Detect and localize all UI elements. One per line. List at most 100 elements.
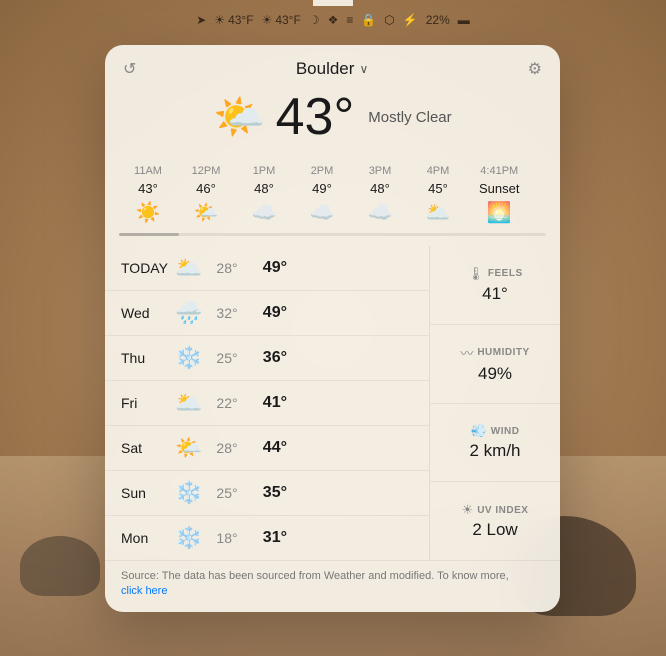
- forecast-high: 49°: [247, 304, 287, 322]
- hourly-time: 11AM: [134, 165, 162, 177]
- hourly-temp: 48°: [254, 181, 274, 196]
- forecast-icon: 🌧️: [171, 300, 207, 326]
- forecast-row: TODAY 🌥️ 28° 49°: [105, 246, 429, 291]
- forecast-low: 28°: [207, 260, 247, 276]
- forecast-low: 32°: [207, 305, 247, 321]
- stat-label: UV INDEX: [477, 505, 528, 516]
- forecast-low: 22°: [207, 395, 247, 411]
- forecast-day: TODAY: [121, 260, 171, 276]
- hourly-item: 1PM 48° ☁️: [235, 165, 293, 225]
- location-selector[interactable]: Boulder ∨: [296, 59, 368, 79]
- forecast-low: 25°: [207, 485, 247, 501]
- hourly-icon: ☀️: [136, 200, 161, 225]
- footer-text: Source: The data has been sourced from: [121, 570, 324, 582]
- hourly-time: 1PM: [253, 165, 276, 177]
- stat-value: 49%: [478, 364, 512, 384]
- hourly-time: 2PM: [311, 165, 334, 177]
- hourly-item: 3PM 48° ☁️: [351, 165, 409, 225]
- sun-icon-1: ☀: [214, 13, 225, 27]
- settings-button[interactable]: ⚙: [528, 59, 542, 79]
- forecast-row: Thu ❄️ 25° 36°: [105, 336, 429, 381]
- forecast-low: 28°: [207, 440, 247, 456]
- forecast-day: Fri: [121, 395, 171, 411]
- stat-header: ☀ UV INDEX: [462, 502, 529, 518]
- hourly-item: 11AM 43° ☀️: [119, 165, 177, 225]
- stat-icon: 🌡: [467, 266, 484, 282]
- forecast-high: 35°: [247, 484, 287, 502]
- forecast-high: 41°: [247, 394, 287, 412]
- background-rock-left: [20, 536, 100, 596]
- status-temp-value-2: 43°F: [275, 13, 300, 27]
- apple-logo: Weather and modified. To know more,: [324, 570, 509, 582]
- forecast-day: Sat: [121, 440, 171, 456]
- hourly-temp: 49°: [312, 181, 332, 196]
- hourly-temp: Sunset: [479, 181, 519, 196]
- stat-item: 〰 HUMIDITY 49%: [430, 325, 560, 404]
- stat-icon: 💨: [471, 423, 487, 439]
- forecast-row: Sun ❄️ 25° 35°: [105, 471, 429, 516]
- forecast-high: 49°: [247, 259, 287, 277]
- refresh-button[interactable]: ↺: [123, 59, 136, 79]
- forecast-high: 36°: [247, 349, 287, 367]
- lock-icon: 🔒: [361, 13, 376, 27]
- hourly-icon: ☁️: [252, 200, 277, 225]
- hourly-time: 3PM: [369, 165, 392, 177]
- scroll-indicator: [119, 233, 546, 236]
- forecast-list: TODAY 🌥️ 28° 49° Wed 🌧️ 32° 49° Thu ❄️ 2…: [105, 246, 430, 560]
- current-weather-icon: 🌤️: [213, 93, 265, 142]
- bluetooth-icon: ⚡: [403, 13, 418, 27]
- forecast-low: 25°: [207, 350, 247, 366]
- hourly-icon: 🌥️: [426, 200, 451, 225]
- current-weather: 🌤️ 43° Mostly Clear: [105, 87, 560, 157]
- forecast-row: Mon ❄️ 18° 31°: [105, 516, 429, 560]
- forecast-day: Sun: [121, 485, 171, 501]
- forecast-day: Mon: [121, 530, 171, 546]
- forecast-high: 44°: [247, 439, 287, 457]
- location-icon: ➤: [196, 13, 206, 27]
- hourly-temp: 43°: [138, 181, 158, 196]
- click-here-link[interactable]: click here: [121, 585, 167, 597]
- stat-header: 〰 HUMIDITY: [460, 343, 529, 362]
- forecast-day: Thu: [121, 350, 171, 366]
- hourly-temp: 46°: [196, 181, 216, 196]
- hourly-temp: 45°: [428, 181, 448, 196]
- hourly-section[interactable]: 11AM 43° ☀️ 12PM 46° 🌤️ 1PM 48° ☁️ 2PM 4…: [105, 157, 560, 236]
- stat-icon: 〰: [460, 343, 473, 362]
- notes-icon: ≡: [346, 13, 353, 27]
- stat-icon: ☀: [462, 502, 474, 518]
- hourly-icon: ☁️: [368, 200, 393, 225]
- stat-value: 2 km/h: [469, 441, 520, 461]
- widget-footer: Source: The data has been sourced from W…: [105, 560, 560, 612]
- stat-item: ☀ UV INDEX 2 Low: [430, 482, 560, 560]
- stat-item: 🌡 FEELS 41°: [430, 246, 560, 325]
- forecast-low: 18°: [207, 530, 247, 546]
- stat-value: 2 Low: [472, 520, 517, 540]
- status-temp-1: ☀ 43°F: [214, 13, 253, 27]
- weather-widget: ↺ Boulder ∨ ⚙ 🌤️ 43° Mostly Clear 11AM 4…: [105, 45, 560, 612]
- forecast-row: Sat 🌤️ 28° 44°: [105, 426, 429, 471]
- hourly-item: 4PM 45° 🌥️: [409, 165, 467, 225]
- forecast-high: 31°: [247, 529, 287, 547]
- stat-header: 💨 WIND: [471, 423, 520, 439]
- status-bar: ➤ ☀ 43°F ☀ 43°F ☽ ❖ ≡ 🔒 ⬡ ⚡ 22% ▬: [0, 0, 666, 40]
- stat-value: 41°: [482, 284, 508, 304]
- battery-icon: ▬: [458, 13, 470, 27]
- sun-icon-2: ☀: [262, 13, 273, 27]
- status-icons: ➤ ☀ 43°F ☀ 43°F ☽ ❖ ≡ 🔒 ⬡ ⚡ 22% ▬: [196, 13, 470, 27]
- stat-label: WIND: [491, 426, 520, 437]
- location-name: Boulder: [296, 59, 355, 79]
- hourly-time: 12PM: [192, 165, 221, 177]
- widget-notch: [313, 0, 353, 6]
- main-content: TODAY 🌥️ 28° 49° Wed 🌧️ 32° 49° Thu ❄️ 2…: [105, 236, 560, 560]
- hourly-time: 4:41PM: [480, 165, 518, 177]
- hourly-icon: 🌤️: [194, 200, 219, 225]
- hourly-icon: 🌅: [487, 200, 512, 225]
- hourly-temp: 48°: [370, 181, 390, 196]
- moon-phase-icon: ☽: [309, 13, 320, 27]
- location-chevron-icon: ∨: [359, 62, 368, 76]
- hourly-icon: ☁️: [310, 200, 335, 225]
- dropbox-icon: ❖: [328, 13, 339, 27]
- hourly-item: 4:41PM Sunset 🌅: [467, 165, 531, 225]
- stat-item: 💨 WIND 2 km/h: [430, 404, 560, 483]
- battery-value: 22%: [426, 13, 450, 27]
